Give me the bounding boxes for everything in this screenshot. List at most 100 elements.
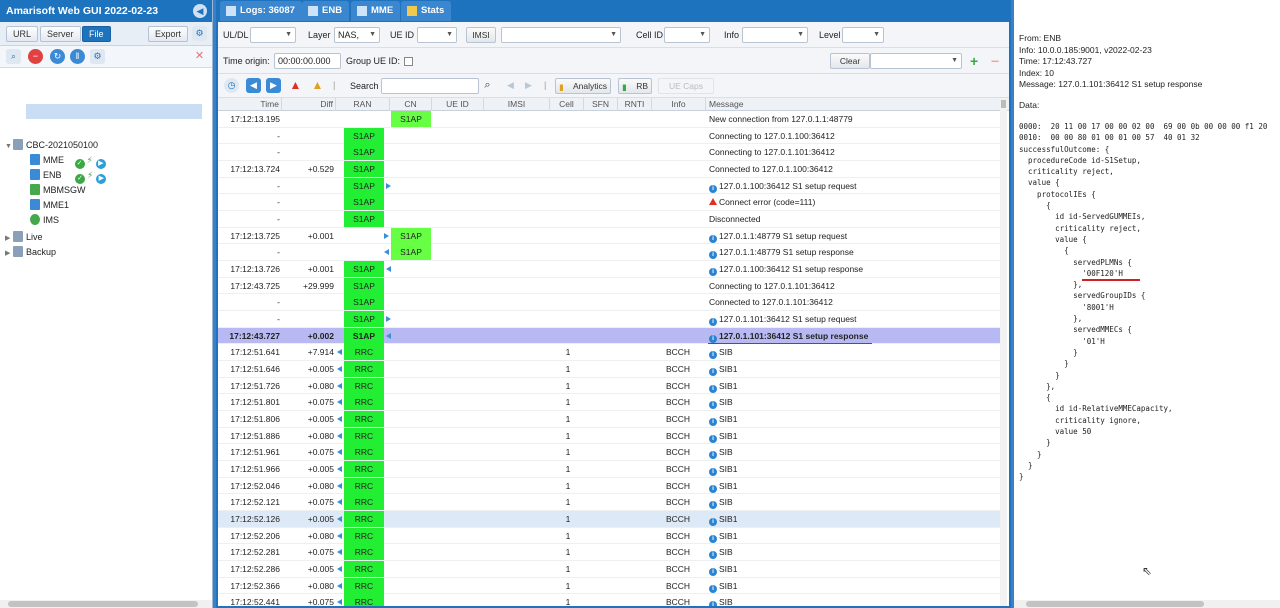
grid-vertical-scrollbar[interactable] [1000, 98, 1007, 606]
tab-logs[interactable]: Logs: 36087 [220, 1, 302, 21]
col-info[interactable]: Info [652, 98, 706, 111]
table-row[interactable]: 17:12:13.195 S1AP New connection from 127.… [218, 111, 1002, 128]
col-sfn[interactable]: SFN [584, 98, 618, 111]
tree-node-mme[interactable]: MME ✓ ⚡ ▶ [30, 153, 106, 169]
expand-arrow-icon[interactable]: ▼ [5, 139, 13, 154]
add-icon[interactable]: + [970, 53, 978, 69]
table-row[interactable]: - S1AP i 127.0.1.1:48779 S1 setup response [218, 244, 1002, 262]
uldl-select[interactable]: ▼ [250, 27, 296, 43]
url-button[interactable]: URL [6, 26, 39, 42]
group-ueid-checkbox[interactable] [404, 57, 413, 66]
info-select[interactable]: ▼ [742, 27, 808, 43]
table-row[interactable]: 17:12:51.966 +0.005 RRC 1 BCCH i SIB1 [218, 461, 1002, 478]
tab-stats[interactable]: Stats [401, 1, 452, 21]
search-icon[interactable]: ⌕ [6, 49, 21, 64]
search-prev-icon[interactable]: ◀ [503, 78, 518, 93]
tree-node-mbmsgw[interactable]: MBMSGW [30, 183, 86, 198]
table-row[interactable]: - S1AP Connecting to 127.0.1.101:36412 [218, 144, 1002, 161]
table-row[interactable]: 17:12:52.281 +0.075 RRC 1 BCCH i SIB [218, 544, 1002, 562]
table-row[interactable]: - S1AP Connect error (code=111) [218, 194, 1002, 211]
collapse-left-icon[interactable]: ◀ [193, 4, 207, 18]
table-row[interactable]: 17:12:52.046 +0.080 RRC 1 BCCH i SIB1 [218, 477, 1002, 495]
table-row[interactable]: 17:12:52.441 +0.075 RRC 1 BCCH i SIB [218, 594, 1002, 606]
binoculars-icon[interactable]: ⌕ [480, 78, 495, 93]
table-row[interactable]: 17:12:51.806 +0.005 RRC 1 BCCH i SIB1 [218, 411, 1002, 428]
warning-icon[interactable]: ▲ [310, 78, 325, 93]
pause-icon[interactable]: ǁ [70, 49, 85, 64]
table-row[interactable]: 17:12:52.206 +0.080 RRC 1 BCCH i SIB1 [218, 527, 1002, 545]
col-diff[interactable]: Diff [282, 98, 336, 111]
table-row[interactable]: 17:12:52.126 +0.005 RRC 1 BCCH i SIB1 [218, 511, 1002, 528]
search-next-icon[interactable]: ▶ [521, 78, 536, 93]
imsi-button[interactable]: IMSI [466, 27, 496, 43]
col-ran[interactable]: RAN [336, 98, 390, 111]
table-row[interactable]: 17:12:51.726 +0.080 RRC 1 BCCH i SIB1 [218, 377, 1002, 395]
table-row[interactable]: - S1AP i 127.0.1.100:36412 S1 setup request [218, 177, 1002, 195]
table-row[interactable]: 17:12:43.727 +0.002 S1AP i 127.0.1.101:36412… [218, 327, 1002, 345]
server-button[interactable]: Server [40, 26, 81, 42]
col-imsi[interactable]: IMSI [484, 98, 550, 111]
col-message[interactable]: Message [706, 98, 1002, 111]
table-row[interactable]: - S1AP Disconnected [218, 211, 1002, 228]
filter-preset-select[interactable]: ▼ [870, 53, 962, 69]
tree-node-enb[interactable]: ENB ✓ ⚡ ▶ [30, 168, 107, 184]
tree-node-mme1[interactable]: MME1 [30, 198, 69, 213]
table-row[interactable]: 17:12:43.725 +29.999 S1AP Connecting to 127… [218, 277, 1002, 295]
analytics-button[interactable]: ▮ Analytics [555, 78, 611, 94]
collapse-arrow-icon[interactable]: ▶ [5, 231, 13, 246]
table-row[interactable]: 17:12:51.641 +7.914 RRC 1 BCCH i SIB [218, 344, 1002, 362]
refresh-icon[interactable]: ↻ [50, 49, 65, 64]
ue-caps-button[interactable]: UE Caps [658, 78, 714, 94]
config-icon[interactable]: ⚙ [192, 26, 207, 41]
cellid-select[interactable]: ▼ [664, 27, 710, 43]
time-origin-input[interactable]: 00:00:00.000 [274, 53, 341, 69]
cell-diff [284, 211, 334, 227]
col-time[interactable]: Time [218, 98, 282, 111]
settings-icon[interactable]: ⚙ [90, 49, 105, 64]
imsi-select[interactable]: ▼ [501, 27, 621, 43]
table-row[interactable]: 17:12:52.366 +0.080 RRC 1 BCCH i SIB1 [218, 577, 1002, 595]
table-row[interactable]: 17:12:52.286 +0.005 RRC 1 BCCH i SIB1 [218, 561, 1002, 578]
close-icon[interactable]: ✕ [192, 49, 207, 64]
file-button[interactable]: File [82, 26, 111, 42]
collapse-arrow-icon[interactable]: ▶ [5, 246, 13, 261]
tree-node-backup[interactable]: ▶ Backup [5, 245, 56, 260]
export-button[interactable]: Export [148, 26, 189, 42]
col-cn[interactable]: CN [390, 98, 432, 111]
tab-mme[interactable]: MME [351, 1, 401, 21]
col-rnti[interactable]: RNTI [618, 98, 652, 111]
tree-node-cbc[interactable]: ▼ CBC-2021050100 [5, 138, 98, 153]
table-row[interactable]: 17:12:51.646 +0.005 RRC 1 BCCH i SIB1 [218, 361, 1002, 378]
table-row[interactable]: - S1AP Connecting to 127.0.1.100:36412 [218, 127, 1002, 145]
cell-cell [548, 194, 588, 210]
tab-enb[interactable]: ENB [302, 1, 350, 21]
tree-node-ims[interactable]: IMS [30, 213, 59, 228]
table-row[interactable]: 17:12:13.724 +0.529 S1AP Connected to 127.0… [218, 161, 1002, 178]
level-select[interactable]: ▼ [842, 27, 884, 43]
table-row[interactable]: - S1AP Connected to 127.0.1.101:36412 [218, 294, 1002, 312]
table-row[interactable]: 17:12:51.961 +0.075 RRC 1 BCCH i SIB [218, 444, 1002, 462]
table-row[interactable]: - S1AP i 127.0.1.101:36412 S1 setup request [218, 311, 1002, 328]
col-cell[interactable]: Cell [550, 98, 584, 111]
ueid-select[interactable]: ▼ [417, 27, 457, 43]
search-input[interactable] [381, 78, 479, 94]
detail-horizontal-scrollbar[interactable] [1014, 600, 1280, 608]
next-icon[interactable]: ▶ [266, 78, 281, 93]
table-row[interactable]: 17:12:52.121 +0.075 RRC 1 BCCH i SIB [218, 494, 1002, 512]
play-icon[interactable]: ▶ [96, 174, 107, 184]
col-ueid[interactable]: UE ID [432, 98, 484, 111]
layer-select[interactable]: NAS, ▼ [334, 27, 380, 43]
table-row[interactable]: 17:12:13.725 +0.001 S1AP i 127.0.1.1:48779 S… [218, 227, 1002, 245]
clock-icon[interactable]: ◷ [224, 78, 239, 93]
remove-icon[interactable]: − [991, 53, 999, 69]
table-row[interactable]: 17:12:51.886 +0.080 RRC 1 BCCH i SIB1 [218, 427, 1002, 445]
rb-button[interactable]: ▮ RB [618, 78, 652, 94]
tree-node-live[interactable]: ▶ Live [5, 230, 43, 245]
previous-icon[interactable]: ◀ [246, 78, 261, 93]
table-row[interactable]: 17:12:13.726 +0.001 S1AP i 127.0.1.100:36412… [218, 261, 1002, 278]
clear-button[interactable]: Clear [830, 53, 870, 69]
stop-icon[interactable]: − [28, 49, 43, 64]
table-row[interactable]: 17:12:51.801 +0.075 RRC 1 BCCH i SIB [218, 394, 1002, 412]
left-horizontal-scrollbar[interactable] [0, 600, 212, 608]
error-icon[interactable]: ▲ [288, 78, 303, 93]
